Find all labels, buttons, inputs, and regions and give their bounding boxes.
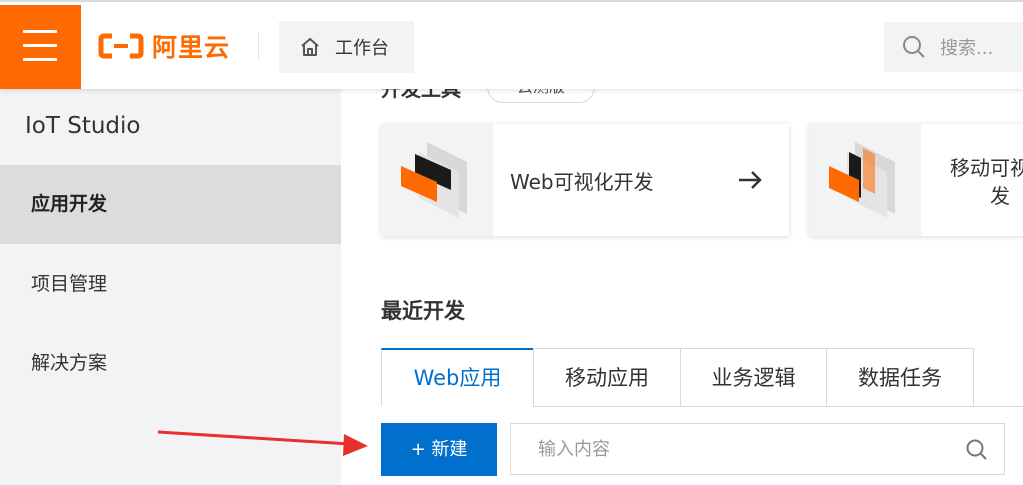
annotation-arrow	[157, 430, 368, 456]
